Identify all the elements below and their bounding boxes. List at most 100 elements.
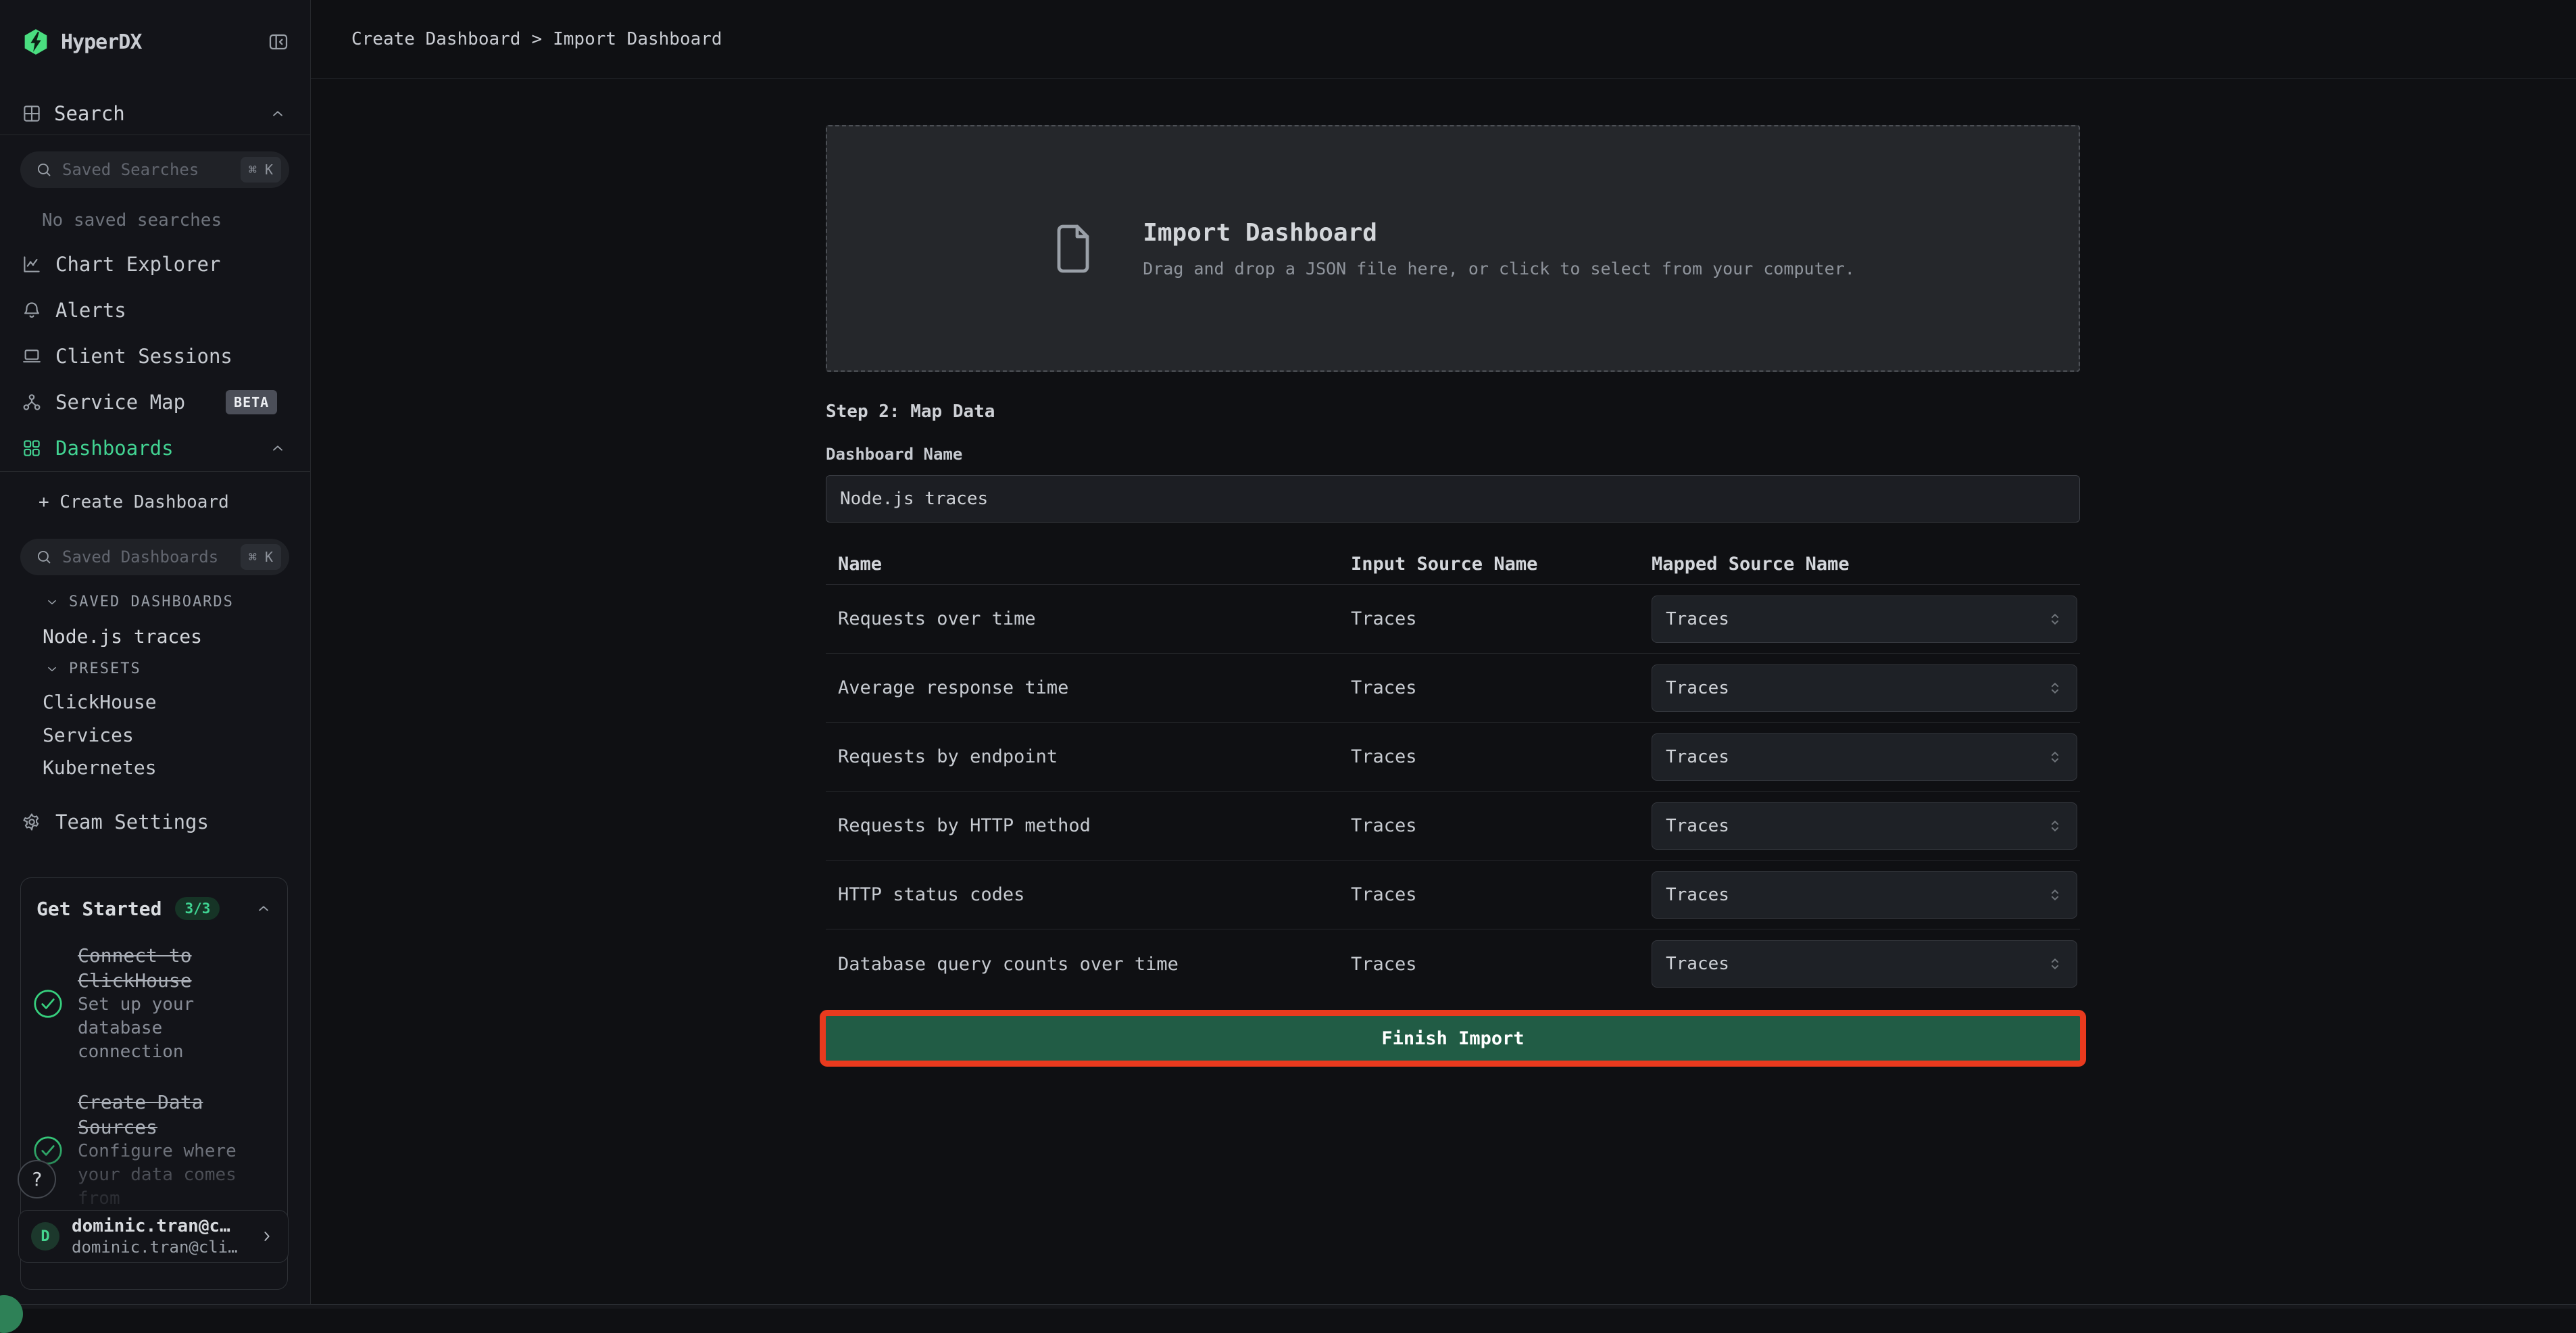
logo-row: HyperDX [0, 26, 310, 58]
table-row: Requests over time Traces Traces [826, 585, 2080, 654]
dropzone-subtitle: Drag and drop a JSON file here, or click… [1143, 259, 1855, 278]
service-map-icon [22, 392, 42, 412]
row-input-source: Traces [1351, 677, 1652, 698]
dropzone-title: Import Dashboard [1143, 219, 1855, 247]
sidebar: HyperDX Search ⌘ K No saved searches Cha… [0, 0, 311, 1309]
nav-label: Team Settings [55, 810, 209, 833]
group-label: SAVED DASHBOARDS [69, 593, 234, 610]
get-started-progress-badge: 3/3 [175, 897, 220, 920]
table-row: HTTP status codes Traces Traces [826, 861, 2080, 929]
group-presets[interactable]: PRESETS [45, 660, 141, 677]
help-button[interactable]: ? [18, 1160, 56, 1198]
user-account-card[interactable]: D dominic.tran@c… dominic.tran@cli… [18, 1210, 289, 1263]
select-value: Traces [1666, 747, 1729, 767]
sidebar-item-service-map[interactable]: Service Map BETA [0, 379, 310, 425]
main-content: Create Dashboard > Import Dashboard Impo… [311, 0, 2576, 1309]
select-value: Traces [1666, 609, 1729, 629]
mapped-source-select[interactable]: Traces [1652, 802, 2077, 850]
sidebar-item-chart-explorer[interactable]: Chart Explorer [0, 241, 310, 287]
mapped-source-select[interactable]: Traces [1652, 871, 2077, 919]
window-bottom-edge [0, 1304, 2576, 1309]
sidebar-item-dashboards[interactable]: Dashboards [0, 425, 310, 471]
mapped-source-select[interactable]: Traces [1652, 596, 2077, 643]
unfold-chevrons-icon [2046, 954, 2064, 973]
column-header-input-source: Input Source Name [1351, 554, 1652, 575]
search-section-label: Search [54, 102, 125, 125]
file-icon [1051, 220, 1095, 277]
laptop-icon [22, 346, 42, 366]
preset-item-services[interactable]: Services [43, 724, 134, 746]
dashboards-grid-icon [22, 438, 42, 458]
row-name: HTTP status codes [838, 884, 1351, 905]
table-row: Requests by HTTP method Traces Traces [826, 792, 2080, 861]
row-input-source: Traces [1351, 815, 1652, 836]
table-row: Average response time Traces Traces [826, 654, 2080, 723]
sidebar-item-alerts[interactable]: Alerts [0, 287, 310, 333]
group-saved-dashboards[interactable]: SAVED DASHBOARDS [45, 593, 234, 610]
step-label: Step 2: Map Data [826, 402, 995, 422]
table-header-row: Name Input Source Name Mapped Source Nam… [826, 544, 2080, 585]
get-started-item-desc: Set up your database connection [78, 993, 240, 1064]
mapped-source-select[interactable]: Traces [1652, 940, 2077, 988]
get-started-item-desc: Configure where your data comes from [78, 1140, 240, 1211]
get-started-title: Get Started [36, 898, 162, 920]
unfold-chevrons-icon [2046, 817, 2064, 835]
saved-dashboards-input[interactable] [62, 548, 231, 566]
saved-searches-input[interactable] [62, 160, 231, 179]
user-name: dominic.tran@c… [72, 1216, 238, 1236]
avatar: D [31, 1222, 59, 1251]
mapped-source-select[interactable]: Traces [1652, 733, 2077, 781]
get-started-item-connect-clickhouse[interactable]: Connect to ClickHouse Set up your databa… [33, 943, 275, 1064]
magnifier-icon [35, 161, 53, 178]
chevron-down-icon [45, 595, 59, 610]
sidebar-collapse-icon[interactable] [268, 31, 289, 53]
get-started-header[interactable]: Get Started 3/3 [21, 878, 287, 920]
breadcrumb-create-dashboard[interactable]: Create Dashboard [351, 29, 520, 49]
get-started-item-title: Create Data Sources [78, 1090, 240, 1140]
saved-dashboards-searchbox[interactable]: ⌘ K [20, 539, 289, 575]
chevron-up-icon [269, 105, 287, 122]
sidebar-item-client-sessions[interactable]: Client Sessions [0, 333, 310, 379]
dashboard-item-nodejs-traces[interactable]: Node.js traces [43, 625, 202, 648]
unfold-chevrons-icon [2046, 610, 2064, 629]
unfold-chevrons-icon [2046, 748, 2064, 767]
preset-item-kubernetes[interactable]: Kubernetes [43, 756, 157, 779]
preset-item-clickhouse[interactable]: ClickHouse [43, 691, 157, 713]
row-name: Requests by HTTP method [838, 815, 1351, 836]
sidebar-item-team-settings[interactable]: Team Settings [0, 799, 310, 845]
column-header-mapped-source: Mapped Source Name [1652, 554, 2080, 575]
breadcrumb-separator: > [531, 29, 542, 49]
get-started-item-texts: Connect to ClickHouse Set up your databa… [78, 943, 240, 1064]
hyperdx-logo-icon [22, 28, 50, 56]
dashboard-name-input[interactable] [826, 475, 2080, 523]
chevron-right-icon [258, 1228, 276, 1245]
table-row: Database query counts over time Traces T… [826, 929, 2080, 998]
get-started-item-title: Connect to ClickHouse [78, 943, 240, 993]
table-row: Requests by endpoint Traces Traces [826, 723, 2080, 792]
user-email: dominic.tran@cli… [72, 1238, 238, 1257]
dashboard-name-label: Dashboard Name [826, 445, 962, 464]
kbd-shortcut-badge: ⌘ K [241, 544, 281, 570]
app-title: HyperDX [61, 30, 141, 54]
user-texts: dominic.tran@c… dominic.tran@cli… [72, 1216, 238, 1257]
row-input-source: Traces [1351, 954, 1652, 975]
saved-searches-searchbox[interactable]: ⌘ K [20, 151, 289, 188]
chevron-up-icon [269, 439, 287, 457]
row-input-source: Traces [1351, 884, 1652, 905]
import-dropzone[interactable]: Import Dashboard Drag and drop a JSON fi… [826, 125, 2080, 372]
get-started-item-texts: Create Data Sources Configure where your… [78, 1090, 240, 1211]
finish-import-button[interactable]: Finish Import [826, 1016, 2080, 1061]
sidebar-divider [0, 471, 311, 472]
get-started-item-create-data-sources[interactable]: Create Data Sources Configure where your… [33, 1090, 275, 1211]
unfold-chevrons-icon [2046, 886, 2064, 904]
sidebar-item-search[interactable]: Search [0, 98, 310, 129]
topbar: Create Dashboard > Import Dashboard [311, 0, 2576, 79]
row-input-source: Traces [1351, 746, 1652, 767]
breadcrumb-import-dashboard[interactable]: Import Dashboard [553, 29, 722, 49]
no-saved-searches-note: No saved searches [42, 210, 222, 231]
mapped-source-select[interactable]: Traces [1652, 664, 2077, 712]
check-circle-icon [33, 989, 63, 1019]
nav-label: Client Sessions [55, 345, 232, 368]
column-header-name: Name [838, 554, 1351, 575]
create-dashboard-button[interactable]: + Create Dashboard [39, 492, 229, 512]
